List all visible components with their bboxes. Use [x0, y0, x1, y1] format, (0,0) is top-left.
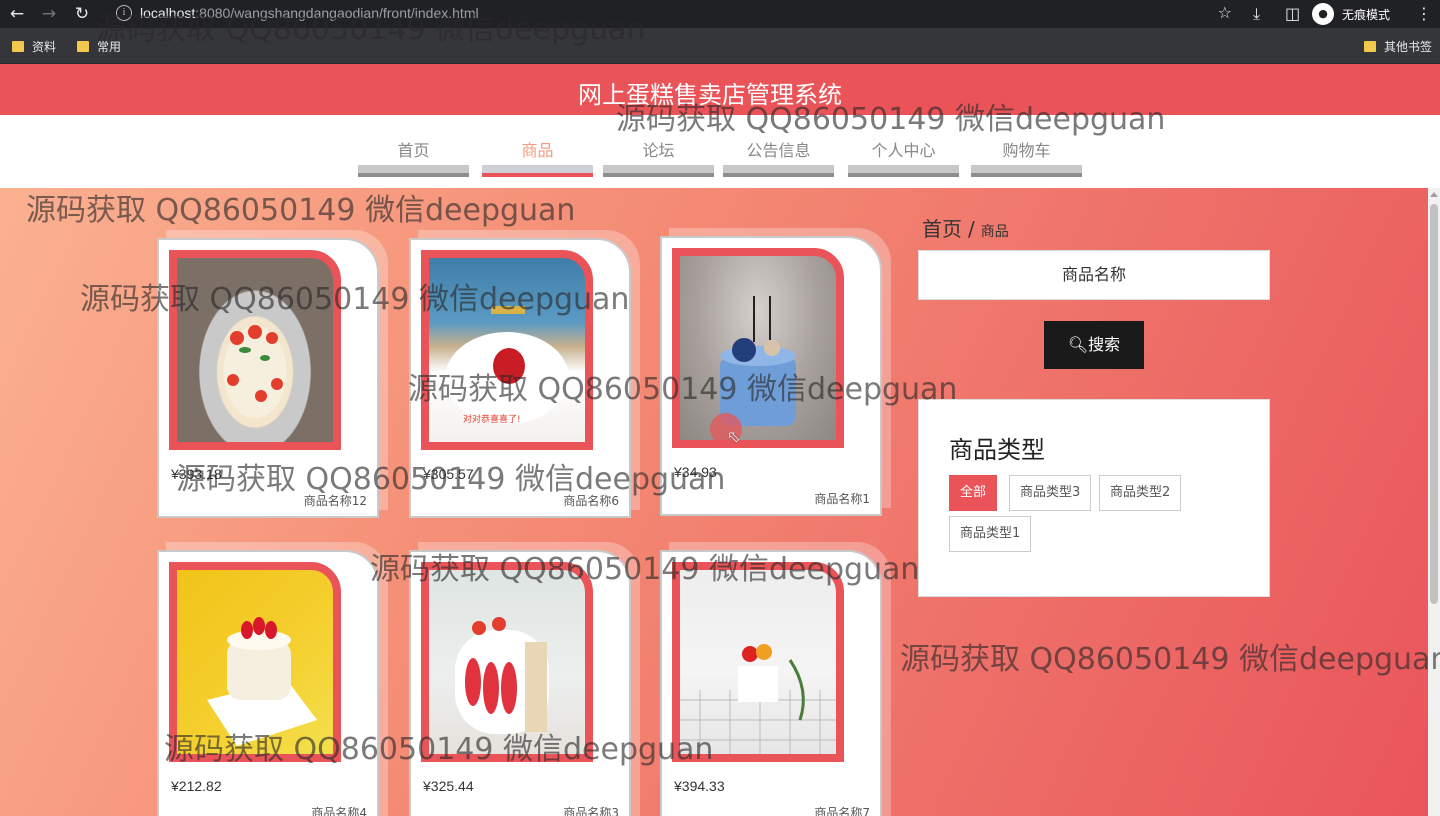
- browser-toolbar: ← → ↻ i localhost:8080/wangshangdangaodi…: [0, 0, 1440, 28]
- product-price: ¥305.57: [423, 466, 474, 482]
- incognito-icon: ●: [1312, 3, 1334, 25]
- site-header: 网上蛋糕售卖店管理系统: [0, 64, 1440, 115]
- nav-announcements[interactable]: 公告信息: [723, 137, 834, 193]
- bookmarks-bar: 资料 常用 其他书签: [0, 28, 1440, 64]
- scrollbar[interactable]: [1428, 188, 1440, 816]
- bookmark-folder[interactable]: 常用: [77, 38, 121, 55]
- product-price: ¥394.33: [674, 778, 725, 794]
- breadcrumb-current: 商品: [980, 224, 1009, 240]
- category-title: 商品类型: [949, 436, 1045, 464]
- nav-products[interactable]: 商品: [482, 137, 593, 193]
- info-icon[interactable]: i: [116, 5, 132, 21]
- address-bar[interactable]: i localhost:8080/wangshangdangaodian/fro…: [106, 1, 1240, 26]
- category-type1[interactable]: 商品类型1: [949, 516, 1032, 552]
- nav-profile[interactable]: 个人中心: [848, 137, 959, 193]
- product-price: ¥34.93: [674, 464, 717, 480]
- svg-text:对对恭喜喜了!: 对对恭喜喜了!: [463, 413, 521, 425]
- product-name[interactable]: 商品名称12: [304, 492, 367, 509]
- breadcrumb-home[interactable]: 首页: [922, 217, 962, 241]
- product-image[interactable]: 对对恭喜喜了!: [421, 250, 593, 450]
- search-icon: 🔍︎: [1067, 335, 1089, 354]
- category-type2[interactable]: 商品类型2: [1099, 475, 1182, 511]
- folder-icon: [1364, 41, 1376, 52]
- product-image[interactable]: [672, 248, 844, 448]
- search-input[interactable]: 商品名称: [918, 250, 1270, 300]
- incognito-indicator[interactable]: ● 无痕模式: [1312, 2, 1390, 26]
- site-title: 网上蛋糕售卖店管理系统: [578, 81, 842, 109]
- breadcrumb: 首页 / 商品: [922, 217, 1009, 241]
- menu-icon[interactable]: ⋮: [1416, 3, 1432, 25]
- nav-cart[interactable]: 购物车: [971, 137, 1082, 193]
- product-name[interactable]: 商品名称7: [814, 804, 870, 816]
- product-card[interactable]: ¥325.44 商品名称3: [409, 550, 631, 816]
- search-button[interactable]: 🔍︎搜索: [1044, 321, 1144, 369]
- product-name[interactable]: 商品名称6: [563, 492, 619, 509]
- product-image[interactable]: [421, 562, 593, 762]
- forward-icon[interactable]: →: [38, 3, 60, 25]
- product-card[interactable]: 对对恭喜喜了! ¥305.57 商品名称6: [409, 238, 631, 518]
- category-panel: 商品类型 全部 商品类型3 商品类型2 商品类型1: [918, 399, 1270, 597]
- product-image[interactable]: [169, 562, 341, 762]
- product-card[interactable]: ¥212.82 商品名称4: [157, 550, 379, 816]
- url-text: localhost:8080/wangshangdangaodian/front…: [140, 5, 479, 21]
- folder-icon: [12, 41, 24, 52]
- category-all[interactable]: 全部: [949, 475, 998, 511]
- category-type3[interactable]: 商品类型3: [1009, 475, 1092, 511]
- product-card[interactable]: ¥34.93 商品名称1: [660, 236, 882, 516]
- product-name[interactable]: 商品名称3: [563, 804, 619, 816]
- product-image[interactable]: [672, 562, 844, 762]
- sidepanel-icon[interactable]: ◫: [1285, 3, 1300, 25]
- product-card[interactable]: ¥393.18 商品名称12: [157, 238, 379, 518]
- product-name[interactable]: 商品名称4: [311, 804, 367, 816]
- bookmark-star-icon[interactable]: ☆: [1218, 3, 1232, 22]
- cursor-icon: ⬁: [727, 427, 741, 446]
- back-icon[interactable]: ←: [6, 3, 28, 25]
- product-card[interactable]: ¥394.33 商品名称7: [660, 550, 882, 816]
- folder-icon: [77, 41, 89, 52]
- product-price: ¥325.44: [423, 778, 474, 794]
- other-bookmarks[interactable]: 其他书签: [1364, 38, 1432, 55]
- bookmark-folder[interactable]: 资料: [12, 38, 56, 55]
- product-price: ¥393.18: [171, 466, 222, 482]
- product-price: ¥212.82: [171, 778, 222, 794]
- download-icon[interactable]: ⤓: [1253, 3, 1260, 25]
- reload-icon[interactable]: ↻: [71, 3, 93, 25]
- product-name[interactable]: 商品名称1: [814, 490, 870, 507]
- main-nav: 首页 商品 论坛 公告信息 个人中心 购物车: [0, 115, 1440, 188]
- product-image[interactable]: [169, 250, 341, 450]
- nav-forum[interactable]: 论坛: [603, 137, 714, 193]
- nav-home[interactable]: 首页: [358, 137, 469, 193]
